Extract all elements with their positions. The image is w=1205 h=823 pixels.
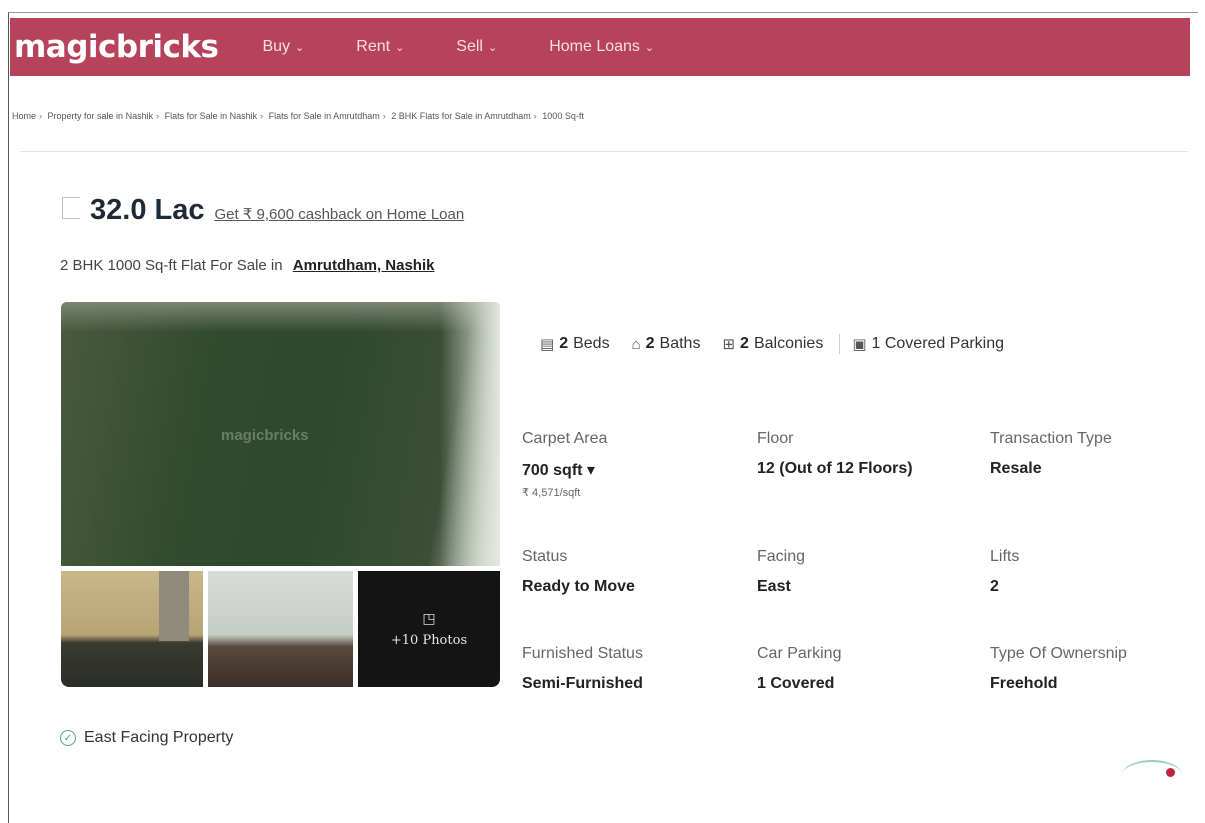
balcony-icon: ⊞	[722, 336, 736, 353]
more-photos-label: +10 Photos	[390, 633, 468, 648]
nav-sell[interactable]: Sell ⌄	[456, 38, 497, 56]
chevron-down-icon: ⌄	[487, 41, 498, 54]
ownership-value: Freehold	[990, 675, 1058, 692]
breadcrumb-property-nashik[interactable]: Property for sale in Nashik	[48, 111, 154, 121]
amenity-parking: ▣ 1 Covered Parking	[852, 335, 1004, 353]
nav-rent-label: Rent	[356, 38, 391, 55]
detail-carpet-area: Carpet Area 700 sqft ▾ ₹ 4,571/sqft	[522, 430, 607, 499]
rupee-icon	[62, 197, 80, 219]
balconies-label: Balconies	[753, 335, 824, 352]
amenity-beds: ▤ 2 Beds	[540, 335, 610, 353]
detail-lifts: Lifts 2	[990, 548, 1019, 596]
amenities-row: ▤ 2 Beds ⌂ 2 Baths ⊞ 2 Balconies ▣ 1 Covere…	[540, 334, 1026, 354]
transaction-type-label: Transaction Type	[990, 430, 1112, 447]
lifts-label: Lifts	[990, 548, 1020, 565]
cashback-link[interactable]: Get ₹ 9,600 cashback on Home Loan	[214, 205, 464, 223]
chevron-down-icon: ⌄	[295, 41, 305, 54]
facing-value: East	[757, 578, 791, 595]
ownership-label: Type Of Ownersnip	[990, 645, 1127, 662]
nav-home-loans-label: Home Loans	[549, 38, 640, 55]
top-navbar: magicbricks Buy ⌄ Rent ⌄ Sell ⌄ Home Loa…	[10, 18, 1190, 76]
detail-car-parking: Car Parking 1 Covered	[757, 645, 841, 693]
floor-label: Floor	[757, 430, 794, 447]
breadcrumb-flats-nashik[interactable]: Flats for Sale in Nashik	[165, 111, 258, 121]
baths-label: Baths	[659, 335, 701, 352]
furnished-status-label: Furnished Status	[522, 645, 643, 662]
breadcrumb-flats-amrutdham[interactable]: Flats for Sale in Amrutdham	[269, 111, 380, 121]
amenity-balconies: ⊞ 2 Balconies	[722, 335, 823, 353]
listing-title-prefix: 2 BHK 1000 Sq-ft Flat For Sale in	[60, 257, 283, 274]
transaction-type-value: Resale	[990, 460, 1042, 477]
detail-transaction-type: Transaction Type Resale	[990, 430, 1112, 478]
section-divider	[20, 151, 1188, 152]
feature-highlight-label: East Facing Property	[84, 729, 234, 746]
listing-title: 2 BHK 1000 Sq-ft Flat For Sale in Amrutd…	[60, 257, 434, 274]
photo-thumbnail-1[interactable]	[61, 571, 203, 687]
check-circle-icon: ✓	[60, 730, 76, 746]
breadcrumb: Home › Property for sale in Nashik › Flats…	[12, 111, 584, 121]
chevron-down-icon: ⌄	[395, 41, 405, 54]
floor-value: 12 (Out of 12 Floors)	[757, 460, 913, 477]
breadcrumb-home[interactable]: Home	[12, 111, 36, 121]
furnished-status-value: Semi-Furnished	[522, 675, 643, 692]
main-photo[interactable]: magicbricks	[61, 302, 500, 566]
notification-dot-icon	[1166, 768, 1175, 777]
detail-floor: Floor 12 (Out of 12 Floors)	[757, 430, 913, 478]
car-parking-label: Car Parking	[757, 645, 842, 662]
breadcrumb-2bhk-amrutdham[interactable]: 2 BHK Flats for Sale in Amrutdham	[391, 111, 531, 121]
breadcrumb-separator-icon: ›	[382, 111, 386, 121]
detail-facing: Facing East	[757, 548, 805, 596]
more-photos-button[interactable]: ◳ +10 Photos	[358, 571, 500, 687]
price-per-sqft: ₹ 4,571/sqft	[522, 487, 581, 499]
nav-rent[interactable]: Rent ⌄	[356, 38, 404, 56]
breadcrumb-current: 1000 Sq-ft	[542, 111, 584, 121]
beds-label: Beds	[573, 335, 610, 352]
feature-highlight: ✓ East Facing Property	[60, 729, 233, 747]
bed-icon: ▤	[540, 336, 555, 353]
nav-home-loans[interactable]: Home Loans ⌄	[549, 38, 654, 56]
car-icon: ▣	[852, 336, 867, 353]
photo-watermark: magicbricks	[221, 427, 309, 444]
listing-price: 32.0 Lac	[90, 194, 205, 226]
breadcrumb-separator-icon: ›	[39, 111, 43, 121]
breadcrumb-separator-icon: ›	[260, 111, 264, 121]
nav-buy[interactable]: Buy ⌄	[262, 38, 304, 56]
price-row: 32.0 Lac Get ₹ 9,600 cashback on Home Lo…	[62, 194, 464, 227]
breadcrumb-separator-icon: ›	[156, 111, 160, 121]
photo-door	[159, 571, 189, 641]
car-parking-value: 1 Covered	[757, 675, 835, 692]
breadcrumb-separator-icon: ›	[533, 111, 537, 121]
bathtub-icon: ⌂	[631, 335, 641, 353]
photo-window-light	[440, 302, 500, 566]
carpet-area-value[interactable]: 700 sqft ▾	[522, 460, 607, 480]
lifts-value: 2	[990, 578, 999, 595]
nav-sell-label: Sell	[456, 38, 483, 55]
balconies-count: 2	[740, 335, 749, 352]
photo-thumbnail-2[interactable]	[208, 571, 353, 687]
amenity-baths: ⌂ 2 Baths	[632, 335, 701, 353]
detail-status: Status Ready to Move	[522, 548, 635, 596]
chevron-down-icon: ⌄	[644, 41, 655, 54]
photo-ceiling	[61, 302, 500, 332]
amenity-divider	[839, 334, 841, 354]
detail-furnished-status: Furnished Status Semi-Furnished	[522, 645, 643, 693]
image-icon: ◳	[422, 610, 436, 626]
facing-label: Facing	[757, 548, 806, 565]
detail-ownership: Type Of Ownersnip Freehold	[990, 645, 1127, 693]
nav-buy-label: Buy	[262, 38, 291, 55]
parking-label: 1 Covered Parking	[871, 335, 1005, 352]
location-link[interactable]: Amrutdham, Nashik	[293, 257, 435, 274]
status-label: Status	[522, 548, 568, 565]
baths-count: 2	[645, 335, 655, 352]
carpet-area-label: Carpet Area	[522, 430, 608, 447]
beds-count: 2	[559, 335, 569, 352]
status-value: Ready to Move	[522, 578, 635, 595]
site-logo[interactable]: magicbricks	[14, 29, 219, 65]
